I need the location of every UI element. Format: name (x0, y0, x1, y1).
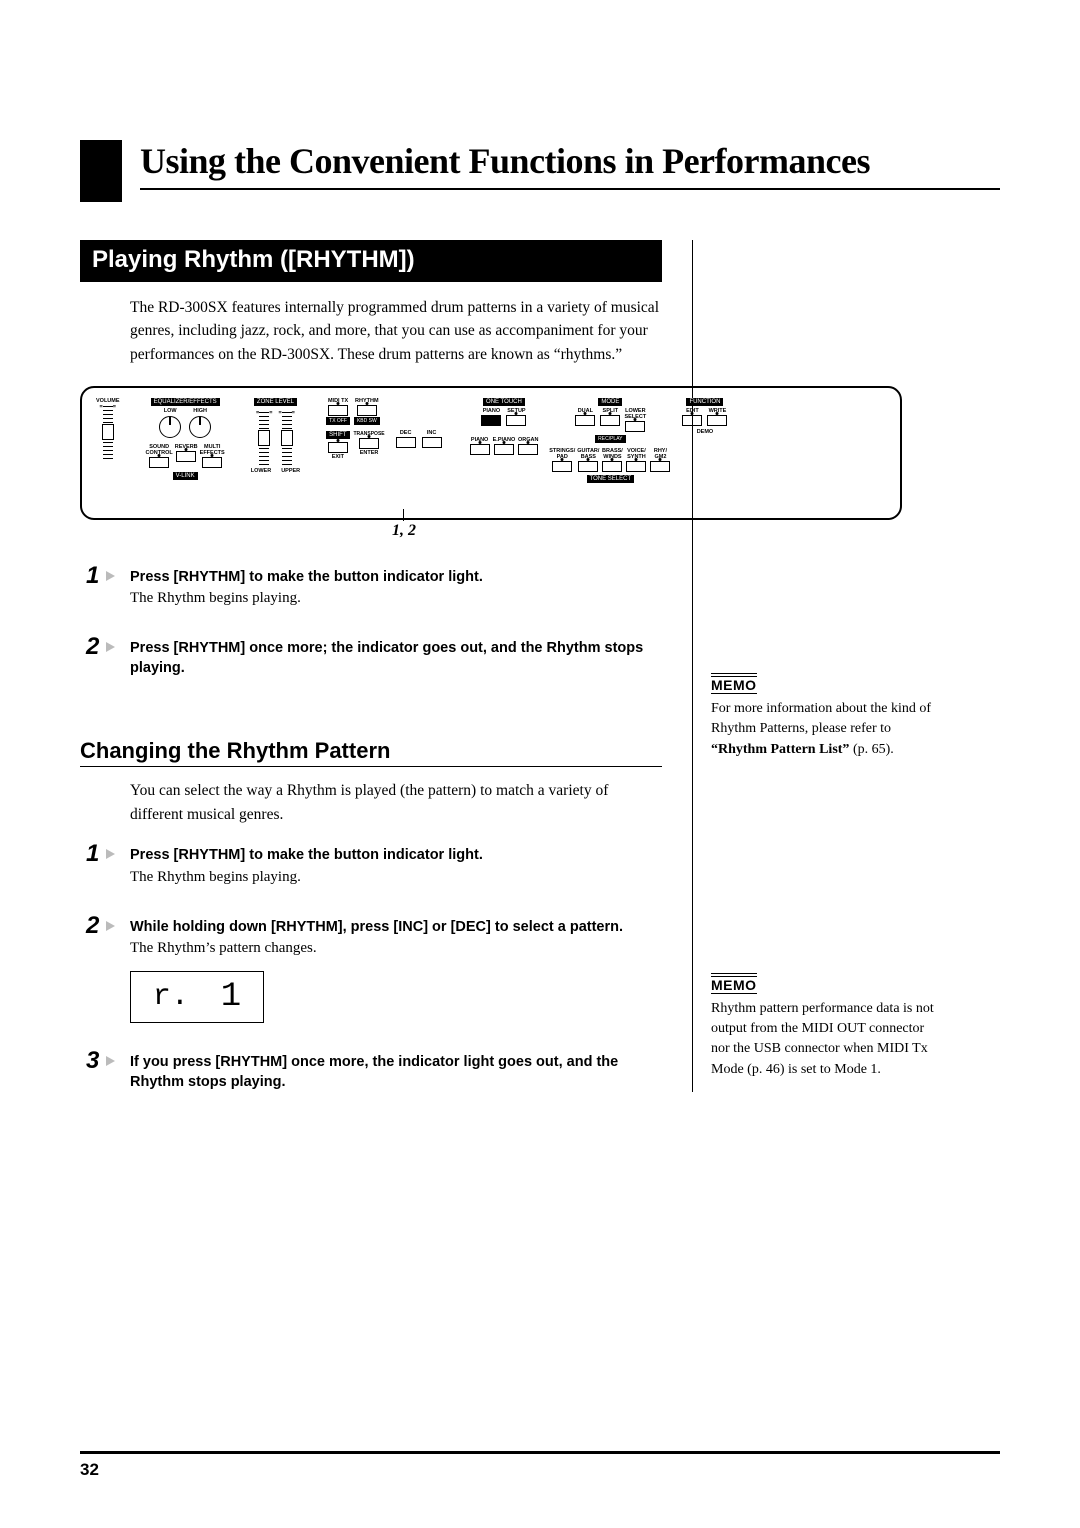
title-rule (140, 188, 1000, 190)
step-body: The Rhythm begins playing. (130, 590, 662, 607)
label-one-touch: ONE TOUCH (483, 398, 525, 406)
step-number: 1 (86, 562, 99, 590)
step-body: The Rhythm’s pattern changes. (130, 940, 662, 957)
step-head: Press [RHYTHM] once more; the indicator … (130, 639, 662, 678)
page-number: 32 (80, 1460, 99, 1480)
memo-label: MEMO (711, 676, 757, 694)
footheld-rule (80, 1451, 1000, 1454)
step-1: 1 Press [RHYTHM] to make the button indi… (80, 568, 662, 608)
step-head: Press [RHYTHM] to make the button indica… (130, 846, 662, 866)
memo-text: Rhythm pattern performance data is not o… (711, 999, 941, 1080)
memo-text: For more information about the kind of R… (711, 699, 941, 760)
lower-slider-icon (259, 412, 269, 466)
upper-slider-icon (282, 412, 292, 466)
page: Using the Convenient Functions in Perfor… (0, 0, 1080, 1528)
intro-paragraph: The RD-300SX features internally program… (130, 296, 662, 366)
knob-high-icon (189, 416, 211, 438)
subsection-intro: You can select the way a Rhythm is playe… (130, 779, 662, 826)
main-column: Playing Rhythm ([RHYTHM]) The RD-300SX f… (80, 240, 662, 1092)
chapter-title: Using the Convenient Functions in Perfor… (140, 140, 1000, 182)
label-zone: ZONE LEVEL (254, 398, 297, 406)
chapter-tab (80, 140, 122, 202)
step-head: Press [RHYTHM] to make the button indica… (130, 568, 662, 588)
memo-2: MEMO Rhythm pattern performance data is … (711, 976, 941, 1080)
memo-1: MEMO For more information about the kind… (711, 676, 941, 760)
lcd-display: r. 1 (130, 971, 264, 1023)
step-number: 2 (86, 912, 99, 940)
section-heading-rhythm: Playing Rhythm ([RHYTHM]) (80, 240, 662, 282)
memo-label: MEMO (711, 976, 757, 994)
content-columns: Playing Rhythm ([RHYTHM]) The RD-300SX f… (80, 240, 1000, 1092)
side-column: MEMO For more information about the kind… (692, 240, 941, 1092)
subsection-heading: Changing the Rhythm Pattern (80, 738, 662, 764)
callout-1-2: 1, 2 (392, 522, 416, 540)
label-vlink: V-LINK (173, 472, 198, 480)
volume-slider-icon (103, 406, 113, 460)
step-2: 2 Press [RHYTHM] once more; the indicato… (80, 639, 662, 678)
step-number: 1 (86, 840, 99, 868)
lcd-value-right: 1 (221, 978, 241, 1016)
step-body: The Rhythm begins playing. (130, 869, 662, 886)
lcd-value-left: r. (153, 980, 189, 1014)
knob-low-icon (159, 416, 181, 438)
step-number: 2 (86, 633, 99, 661)
step-head: While holding down [RHYTHM], press [INC]… (130, 918, 662, 938)
label-function: FUNCTION (686, 398, 723, 406)
step-2b: 2 While holding down [RHYTHM], press [IN… (80, 918, 662, 958)
step-3b: 3 If you press [RHYTHM] once more, the i… (80, 1053, 662, 1092)
label-mode: MODE (598, 398, 622, 406)
panel-diagram: VOLUME == EQUALIZER/EFFECTS LOW HIGH SOU… (80, 386, 902, 520)
step-1b: 1 Press [RHYTHM] to make the button indi… (80, 846, 662, 886)
step-number: 3 (86, 1047, 99, 1075)
step-head: If you press [RHYTHM] once more, the ind… (130, 1053, 662, 1092)
subsection-rule (80, 766, 662, 767)
label-eq-effects: EQUALIZER/EFFECTS (151, 398, 220, 406)
